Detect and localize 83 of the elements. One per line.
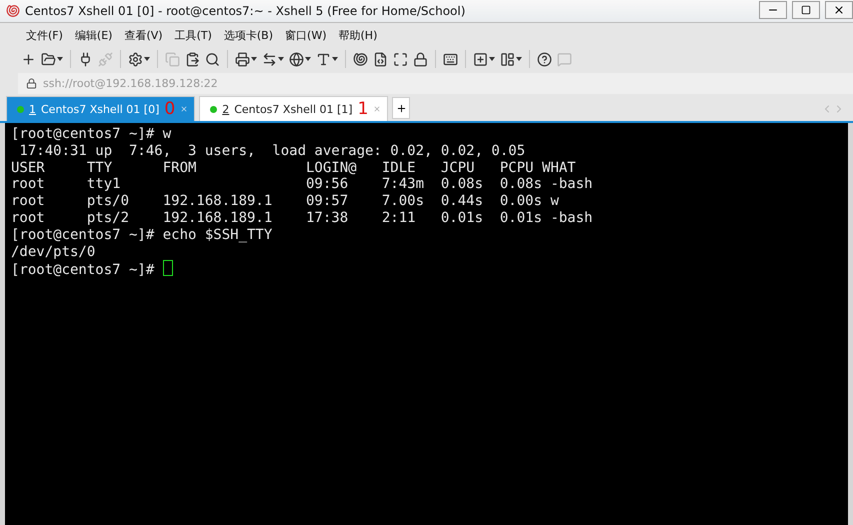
close-icon[interactable] [180,105,188,113]
tab-number: 1 [29,102,36,116]
lock-icon [413,52,428,66]
toolbar-button[interactable] [261,50,285,68]
address-text: ssh://root@192.168.189.128:22 [43,77,218,90]
window-title: Centos7 Xshell 01 [0] - root@centos7:~ - Xshell 5 (Free for Home/School) [25,4,466,18]
terminal-line: root tty1 09:56 7:43m 0.08s 0.08s -bash [11,176,594,194]
unplug-icon [98,52,113,66]
toolbar-button[interactable] [234,50,258,68]
terminal-line: [root@centos7 ~]# echo $SSH_TTY [11,226,274,244]
session-tab[interactable]: 1 Centos7 Xshell 01 [0] 0 [6,96,196,121]
shell-icon [353,52,368,66]
terminal-prompt: [root@centos7 ~]# [11,262,156,278]
transfer-icon [262,52,277,66]
toolbar-button[interactable] [288,50,312,68]
session-tab[interactable]: 2 Centos7 Xshell 01 [1] 1 [199,96,388,121]
app-logo-icon [6,4,20,18]
plug-icon [78,52,93,66]
toolbar-button[interactable] [392,50,409,68]
caret-icon [57,57,63,61]
menu-item[interactable]: 查看(V) [118,28,169,42]
toolbar-button[interactable] [127,50,151,68]
annotation-number: 0 [164,99,176,119]
menu-item[interactable]: 文件(F) [20,28,69,42]
terminal-line: USER TTY FROM LOGIN@ IDLE JCPU PCPU WHAT [11,160,577,176]
terminal-line: root pts/0 192.168.189.1 09:57 7.00s 0.44s 0.00s w [11,193,560,210]
help-icon [537,52,552,66]
menu-item[interactable]: 窗口(W) [279,28,332,42]
script-icon [373,52,388,66]
maximize-icon [801,4,811,14]
fullscreen-icon [393,52,408,66]
menu-item[interactable]: 工具(T) [168,28,218,42]
status-dot-icon [210,106,218,112]
settings-icon [128,52,143,66]
caret-icon [489,57,495,61]
globe-icon [289,52,304,66]
toolbar-button[interactable] [204,50,221,68]
menu-item[interactable]: 选项卡(B) [218,28,280,42]
keyboard-icon [443,52,458,66]
close-icon [833,4,845,16]
tab-label: Centos7 Xshell 01 [0] [41,102,160,116]
plus-icon [396,102,407,114]
add-tab-button[interactable] [392,97,410,119]
toolbar-button[interactable] [412,50,429,68]
toolbar-button[interactable] [372,50,389,68]
caret-icon [332,57,338,61]
terminal-line: 17:40:31 up 7:46, 3 users, load average: 0.02, 0.02, 0.05 [18,142,526,160]
caret-icon [251,57,257,61]
status-dot-icon [17,106,24,112]
folder-icon [41,52,56,66]
terminal-line: /dev/pts/0 [11,244,96,260]
printer-icon [235,52,250,66]
font-icon [316,52,331,66]
search-icon [205,52,220,66]
close-button[interactable] [825,0,853,18]
terminal-line: [root@centos7 ~]# w [11,126,172,143]
caret-icon [278,57,284,61]
toolbar-button[interactable] [472,50,496,68]
toolbar-button[interactable] [40,50,64,68]
new-session-icon [21,52,36,66]
terminal[interactable] [5,123,848,525]
tab-number: 2 [222,102,230,116]
cursor [162,260,173,276]
terminal-line: root pts/2 192.168.189.1 17:38 2:11 0.01s 0.01s -bash [11,210,594,227]
annotation-number: 1 [358,99,368,119]
layout-icon [500,52,515,66]
copy-icon [165,52,180,66]
toolbar-button[interactable] [352,50,369,68]
lock-icon [26,78,37,89]
tab-label: Centos7 Xshell 01 [1] [234,102,353,116]
new-tab-icon [473,52,488,66]
menu-item[interactable]: 帮助(H) [332,28,384,42]
caret-icon [516,57,522,61]
chat-icon [557,52,572,66]
toolbar-button[interactable] [184,50,201,68]
menu-item[interactable]: 编辑(E) [68,28,118,42]
minimize-button[interactable] [759,0,787,18]
caret-icon [305,57,311,61]
maximize-button[interactable] [792,0,820,18]
paste-icon [185,52,200,66]
caret-icon [144,57,150,61]
toolbar-button[interactable] [536,50,553,68]
toolbar-button[interactable] [499,50,523,68]
